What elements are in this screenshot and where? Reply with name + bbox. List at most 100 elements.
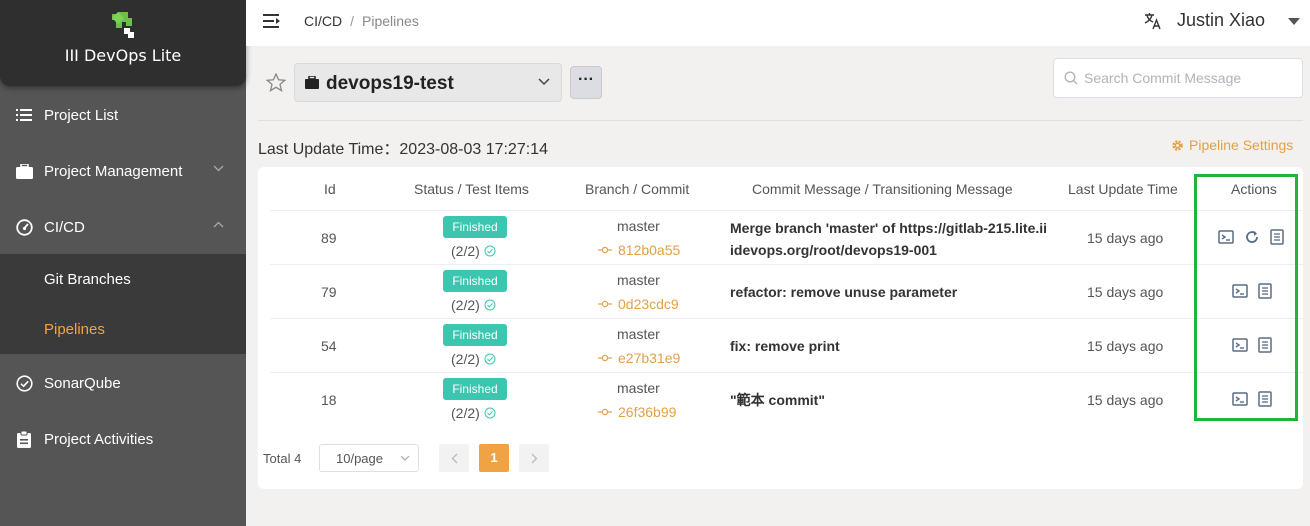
sidebar-item-label: SonarQube <box>44 374 121 392</box>
check-circle-icon <box>15 374 33 392</box>
commit-icon <box>598 300 612 308</box>
last-update-ago: 15 days ago <box>1087 284 1164 300</box>
test-items-text: (2/2) <box>451 297 480 313</box>
pipeline-id: 18 <box>321 392 337 408</box>
pipeline-id: 79 <box>321 284 337 300</box>
briefcase-icon <box>15 162 33 180</box>
sidebar-item-project-management[interactable]: Project Management <box>0 143 246 199</box>
status-badge: Finished <box>443 270 507 292</box>
puzzle-logo-icon <box>112 12 134 38</box>
status-badge: Finished <box>443 216 507 238</box>
status-badge: Finished <box>443 324 507 346</box>
sidebar-item-label: CI/CD <box>44 218 85 236</box>
chevron-down-icon <box>538 78 550 86</box>
user-name[interactable]: Justin Xiao <box>1177 10 1265 31</box>
commit-icon <box>598 246 612 254</box>
gauge-icon <box>15 218 33 236</box>
project-select[interactable]: devops19-test <box>294 63 562 102</box>
commit-link[interactable]: 812b0a55 <box>598 242 680 258</box>
page-size-select[interactable]: 10/page <box>319 444 419 472</box>
page-number-button[interactable]: 1 <box>479 444 509 472</box>
breadcrumb-root[interactable]: CI/CD <box>304 13 342 29</box>
star-icon[interactable] <box>266 73 286 92</box>
last-update-time: Last Update Time：2023-08-03 17:27:14 <box>258 141 548 158</box>
commit-message: fix: remove print <box>730 335 840 357</box>
list-icon <box>15 106 33 124</box>
chevron-down-icon <box>400 455 410 461</box>
search-icon <box>1064 71 1078 85</box>
commit-message-line: fix: remove print <box>730 338 840 354</box>
commit-link[interactable]: 0d23cdc9 <box>598 296 679 312</box>
cicd-submenu: Git Branches Pipelines <box>0 254 246 354</box>
logo[interactable]: III DevOps Lite <box>0 0 246 86</box>
check-circle-icon <box>484 407 496 419</box>
commit-hash: e27b31e9 <box>618 350 681 366</box>
commit-message: Merge branch 'master' of https://gitlab-… <box>730 217 1047 261</box>
sidebar-item-cicd[interactable]: CI/CD <box>0 199 246 255</box>
divider <box>258 120 1303 121</box>
pipelines-table: Id Status / Test Items Branch / Commit C… <box>258 167 1303 489</box>
sidebar: III DevOps Lite Project List Project Man… <box>0 0 246 526</box>
sidebar-item-label: Git Branches <box>44 270 131 288</box>
column-header-updated: Last Update Time <box>1068 181 1178 197</box>
test-items-count: (2/2) <box>451 405 496 421</box>
check-circle-icon <box>484 245 496 257</box>
clipboard-icon <box>15 430 33 448</box>
chevron-right-icon <box>531 453 537 463</box>
branch-name: master <box>617 218 660 234</box>
sidebar-item-project-list[interactable]: Project List <box>0 87 246 143</box>
table-row: 79 Finished (2/2) master 0d23cdc9 refact… <box>270 264 1303 318</box>
user-menu-caret-icon[interactable] <box>1288 18 1300 25</box>
chevron-up-icon <box>213 221 224 228</box>
commit-message: refactor: remove unuse parameter <box>730 281 957 303</box>
pipeline-settings-link[interactable]: Pipeline Settings <box>1171 137 1293 153</box>
column-header-status: Status / Test Items <box>414 181 529 197</box>
table-row: 54 Finished (2/2) master e27b31e9 fix: r… <box>270 318 1303 372</box>
sidebar-item-git-branches[interactable]: Git Branches <box>0 254 246 304</box>
commit-hash: 26f36b99 <box>618 404 677 420</box>
commit-message-line: "範本 commit" <box>730 392 825 408</box>
status-badge: Finished <box>443 378 507 400</box>
breadcrumb-current: Pipelines <box>362 13 419 29</box>
commit-message: "範本 commit" <box>730 389 825 411</box>
branch-name: master <box>617 272 660 288</box>
commit-icon <box>598 408 612 416</box>
sidebar-item-sonarqube[interactable]: SonarQube <box>0 355 246 411</box>
sidebar-item-label: Pipelines <box>44 320 105 338</box>
commit-icon <box>598 354 612 362</box>
pipeline-settings-label: Pipeline Settings <box>1189 137 1294 153</box>
test-items-text: (2/2) <box>451 405 480 421</box>
chevron-left-icon <box>451 453 457 463</box>
test-items-text: (2/2) <box>451 351 480 367</box>
menu-collapse-icon[interactable] <box>263 13 281 29</box>
check-circle-icon <box>484 353 496 365</box>
test-items-count: (2/2) <box>451 243 496 259</box>
commit-message-line: refactor: remove unuse parameter <box>730 284 958 300</box>
translate-icon[interactable] <box>1144 12 1162 30</box>
commit-link[interactable]: e27b31e9 <box>598 350 680 366</box>
prev-page-button[interactable] <box>439 444 469 472</box>
chevron-down-icon <box>213 165 224 172</box>
logo-text: III DevOps Lite <box>64 46 182 65</box>
more-options-button[interactable]: ··· <box>570 66 602 99</box>
commit-hash: 0d23cdc9 <box>618 296 679 312</box>
last-update-ago: 15 days ago <box>1087 392 1164 408</box>
commit-hash: 812b0a55 <box>618 242 681 258</box>
sidebar-item-label: Project Activities <box>44 430 154 448</box>
page-size-value: 10/page <box>336 451 383 466</box>
briefcase-icon <box>305 76 319 89</box>
last-update-ago: 15 days ago <box>1087 230 1164 246</box>
pagination-total: Total 4 <box>263 451 302 466</box>
test-items-count: (2/2) <box>451 297 496 313</box>
sidebar-item-pipelines[interactable]: Pipelines <box>0 304 246 354</box>
search-commit-field <box>1053 58 1303 98</box>
column-header-id: Id <box>324 181 336 197</box>
search-input[interactable] <box>1084 68 1294 88</box>
next-page-button[interactable] <box>519 444 549 472</box>
sidebar-item-label: Project List <box>44 106 119 124</box>
table-row: 89 Finished (2/2) master 812b0a55 Merge … <box>270 210 1303 264</box>
commit-link[interactable]: 26f36b99 <box>598 404 676 420</box>
pipeline-id: 89 <box>321 230 337 246</box>
breadcrumb: CI/CD / Pipelines <box>304 13 419 29</box>
sidebar-item-project-activities[interactable]: Project Activities <box>0 411 246 467</box>
